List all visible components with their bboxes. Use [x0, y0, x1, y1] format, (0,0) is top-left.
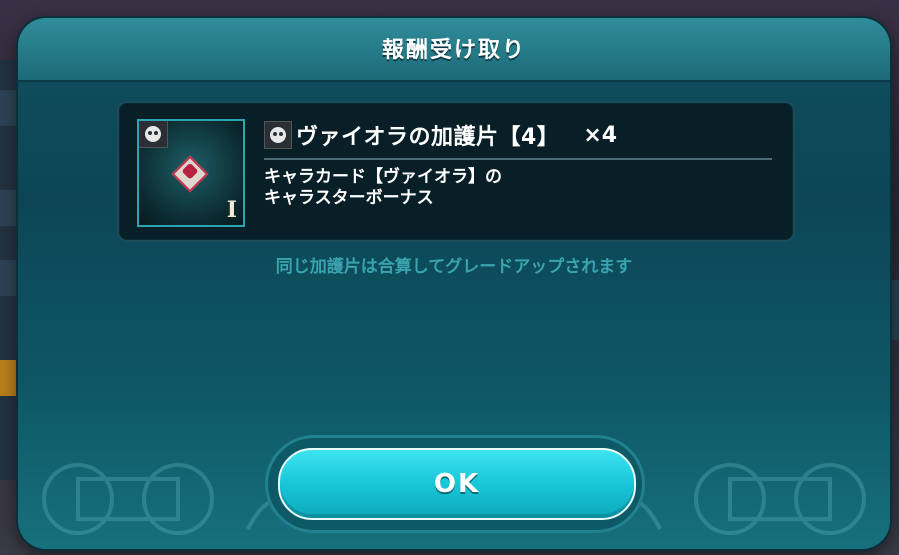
divider — [264, 158, 772, 160]
skull-icon — [270, 127, 286, 143]
game-screen: 報酬受け取り I ヴァイオラの加護片【4】 ×4 キャラカード【ヴァイオラ】の … — [0, 0, 899, 555]
skull-icon — [145, 126, 161, 142]
reward-type-icon — [264, 121, 292, 149]
reward-name: ヴァイオラの加護片【4】 — [296, 125, 560, 150]
grade-numeral: I — [226, 197, 237, 223]
reward-description: キャラカード【ヴァイオラ】の キャラスターボーナス — [264, 167, 764, 209]
description-line: キャラカード【ヴァイオラ】の — [264, 167, 502, 187]
reward-panel: I ヴァイオラの加護片【4】 ×4 キャラカード【ヴァイオラ】の キャラスターボ… — [117, 101, 795, 242]
reward-name-row: ヴァイオラの加護片【4】 ×4 — [264, 120, 617, 150]
reward-thumbnail[interactable]: I — [137, 119, 245, 227]
reward-dialog: 報酬受け取り I ヴァイオラの加護片【4】 ×4 キャラカード【ヴァイオラ】の … — [18, 18, 890, 549]
character-portrait-icon — [171, 155, 209, 193]
reward-type-badge — [139, 121, 168, 148]
merge-note: 同じ加護片は合算してグレードアップされます — [275, 257, 633, 277]
ok-button-label: OK — [433, 469, 481, 499]
description-line: キャラスターボーナス — [264, 188, 434, 208]
dialog-header: 報酬受け取り — [18, 18, 890, 82]
ok-button-frame: OK — [268, 438, 642, 530]
ok-button[interactable]: OK — [278, 448, 636, 520]
dialog-title: 報酬受け取り — [381, 38, 526, 63]
reward-quantity: ×4 — [583, 122, 618, 148]
